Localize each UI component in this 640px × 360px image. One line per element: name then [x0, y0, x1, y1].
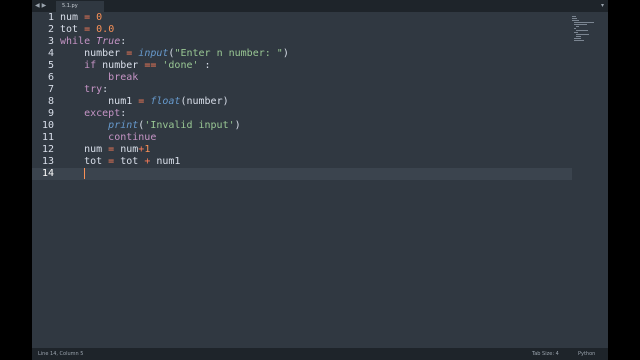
code-token: num1 — [150, 156, 181, 167]
cursor-position[interactable]: Line 14, Column 5 — [38, 348, 83, 360]
line-number: 14 — [41, 168, 54, 179]
minimap-line — [572, 18, 578, 19]
code-token: try — [84, 84, 103, 95]
line-number: 5 — [47, 60, 54, 71]
line-number: 1 — [47, 12, 54, 23]
line-number: 3 — [47, 36, 54, 47]
line-number: 2 — [47, 24, 54, 35]
code-line[interactable]: tot = 0.0 — [60, 24, 560, 36]
code-line[interactable]: continue — [60, 132, 560, 144]
code-token: ) — [234, 120, 241, 131]
code-token: float — [150, 96, 181, 107]
code-token: : — [120, 36, 127, 47]
text-cursor — [84, 168, 85, 179]
code-line[interactable]: num = 0 — [60, 12, 560, 24]
minimap-line — [576, 36, 581, 37]
code-token: num1 — [60, 96, 139, 107]
minimap-line — [572, 16, 577, 17]
line-number: 4 — [47, 48, 54, 59]
minimap-line — [574, 32, 579, 33]
code-token: num — [60, 12, 85, 23]
minimap-line — [574, 38, 581, 39]
tab-file[interactable]: 5.1.py — [56, 1, 104, 12]
code-token: True — [96, 36, 121, 47]
minimap-line — [574, 40, 584, 41]
minimap-line — [576, 34, 590, 35]
code-token: break — [108, 72, 139, 83]
minimap-line — [574, 22, 595, 23]
code-token: "Enter n number: " — [174, 48, 283, 59]
code-token: 'Invalid input' — [144, 120, 235, 131]
code-token: 0 — [96, 12, 103, 23]
code-token: tot — [60, 156, 109, 167]
line-number: 8 — [47, 96, 54, 107]
code-token: 'done' — [162, 60, 199, 71]
code-token: input — [138, 48, 169, 59]
code-token: print — [108, 120, 139, 131]
chevron-down-icon[interactable]: ▾ — [601, 2, 604, 10]
status-bar: Line 14, Column 5 Tab Size: 4 Python — [32, 348, 608, 360]
minimap-line — [574, 28, 577, 29]
code-line[interactable]: tot = tot + num1 — [60, 156, 560, 168]
code-line[interactable]: print('Invalid input') — [60, 120, 560, 132]
code-token: tot — [114, 156, 145, 167]
syntax-selector[interactable]: Python — [578, 348, 595, 360]
line-number-gutter: 1 2 3 4 5 6 7 8 9 10 11 12 13 14 — [32, 12, 54, 348]
code-line[interactable]: num = num+1 — [60, 144, 560, 156]
code-token: continue — [108, 132, 157, 143]
line-number: 9 — [47, 108, 54, 119]
code-line[interactable]: break — [60, 72, 560, 84]
code-token: (number) — [180, 96, 229, 107]
code-token: == — [144, 60, 157, 71]
minimap[interactable] — [572, 12, 602, 42]
chevron-left-icon[interactable]: ◀ — [35, 2, 40, 10]
code-token: if — [84, 60, 97, 71]
code-line[interactable]: while True: — [60, 36, 560, 48]
minimap-line — [576, 26, 579, 27]
code-token: num — [114, 144, 139, 155]
minimap-line — [576, 30, 588, 31]
code-token: : — [198, 60, 211, 71]
code-area[interactable]: num = 0 tot = 0.0 while True: number = inp… — [60, 12, 560, 348]
tab-size-setting[interactable]: Tab Size: 4 — [532, 348, 559, 360]
code-line[interactable]: number = input("Enter n number: ") — [60, 48, 560, 60]
code-token: number — [96, 60, 145, 71]
code-token: tot — [60, 24, 85, 35]
code-token: : — [102, 84, 109, 95]
code-line[interactable]: if number == 'done' : — [60, 60, 560, 72]
code-line[interactable]: try: — [60, 84, 560, 96]
code-token: 1 — [144, 144, 151, 155]
tab-bar: ◀ ▶ 5.1.py ▾ — [32, 0, 608, 12]
line-number: 10 — [41, 120, 54, 131]
line-number: 11 — [41, 132, 54, 143]
code-token: num — [60, 144, 109, 155]
code-line[interactable]: num1 = float(number) — [60, 96, 560, 108]
line-number: 13 — [41, 156, 54, 167]
code-token: : — [120, 108, 127, 119]
code-token: number — [60, 48, 127, 59]
minimap-line — [574, 24, 587, 25]
minimap-line — [572, 20, 579, 21]
line-number: 7 — [47, 84, 54, 95]
line-number: 6 — [47, 72, 54, 83]
code-line[interactable]: except: — [60, 108, 560, 120]
tab-navigation: ◀ ▶ — [35, 2, 46, 10]
line-number: 12 — [41, 144, 54, 155]
chevron-right-icon[interactable]: ▶ — [42, 2, 47, 10]
code-line[interactable] — [60, 168, 560, 180]
code-token: while — [60, 36, 91, 47]
code-token: except — [84, 108, 121, 119]
code-editor[interactable]: 1 2 3 4 5 6 7 8 9 10 11 12 13 14 num = 0 tot = 0.0 whil… — [32, 12, 608, 348]
editor-window: ◀ ▶ 5.1.py ▾ 1 2 3 4 5 6 7 8 9 10 11 12 13 14 num = 0… — [32, 0, 608, 360]
code-token: 0.0 — [96, 24, 115, 35]
code-token: ) — [282, 48, 289, 59]
